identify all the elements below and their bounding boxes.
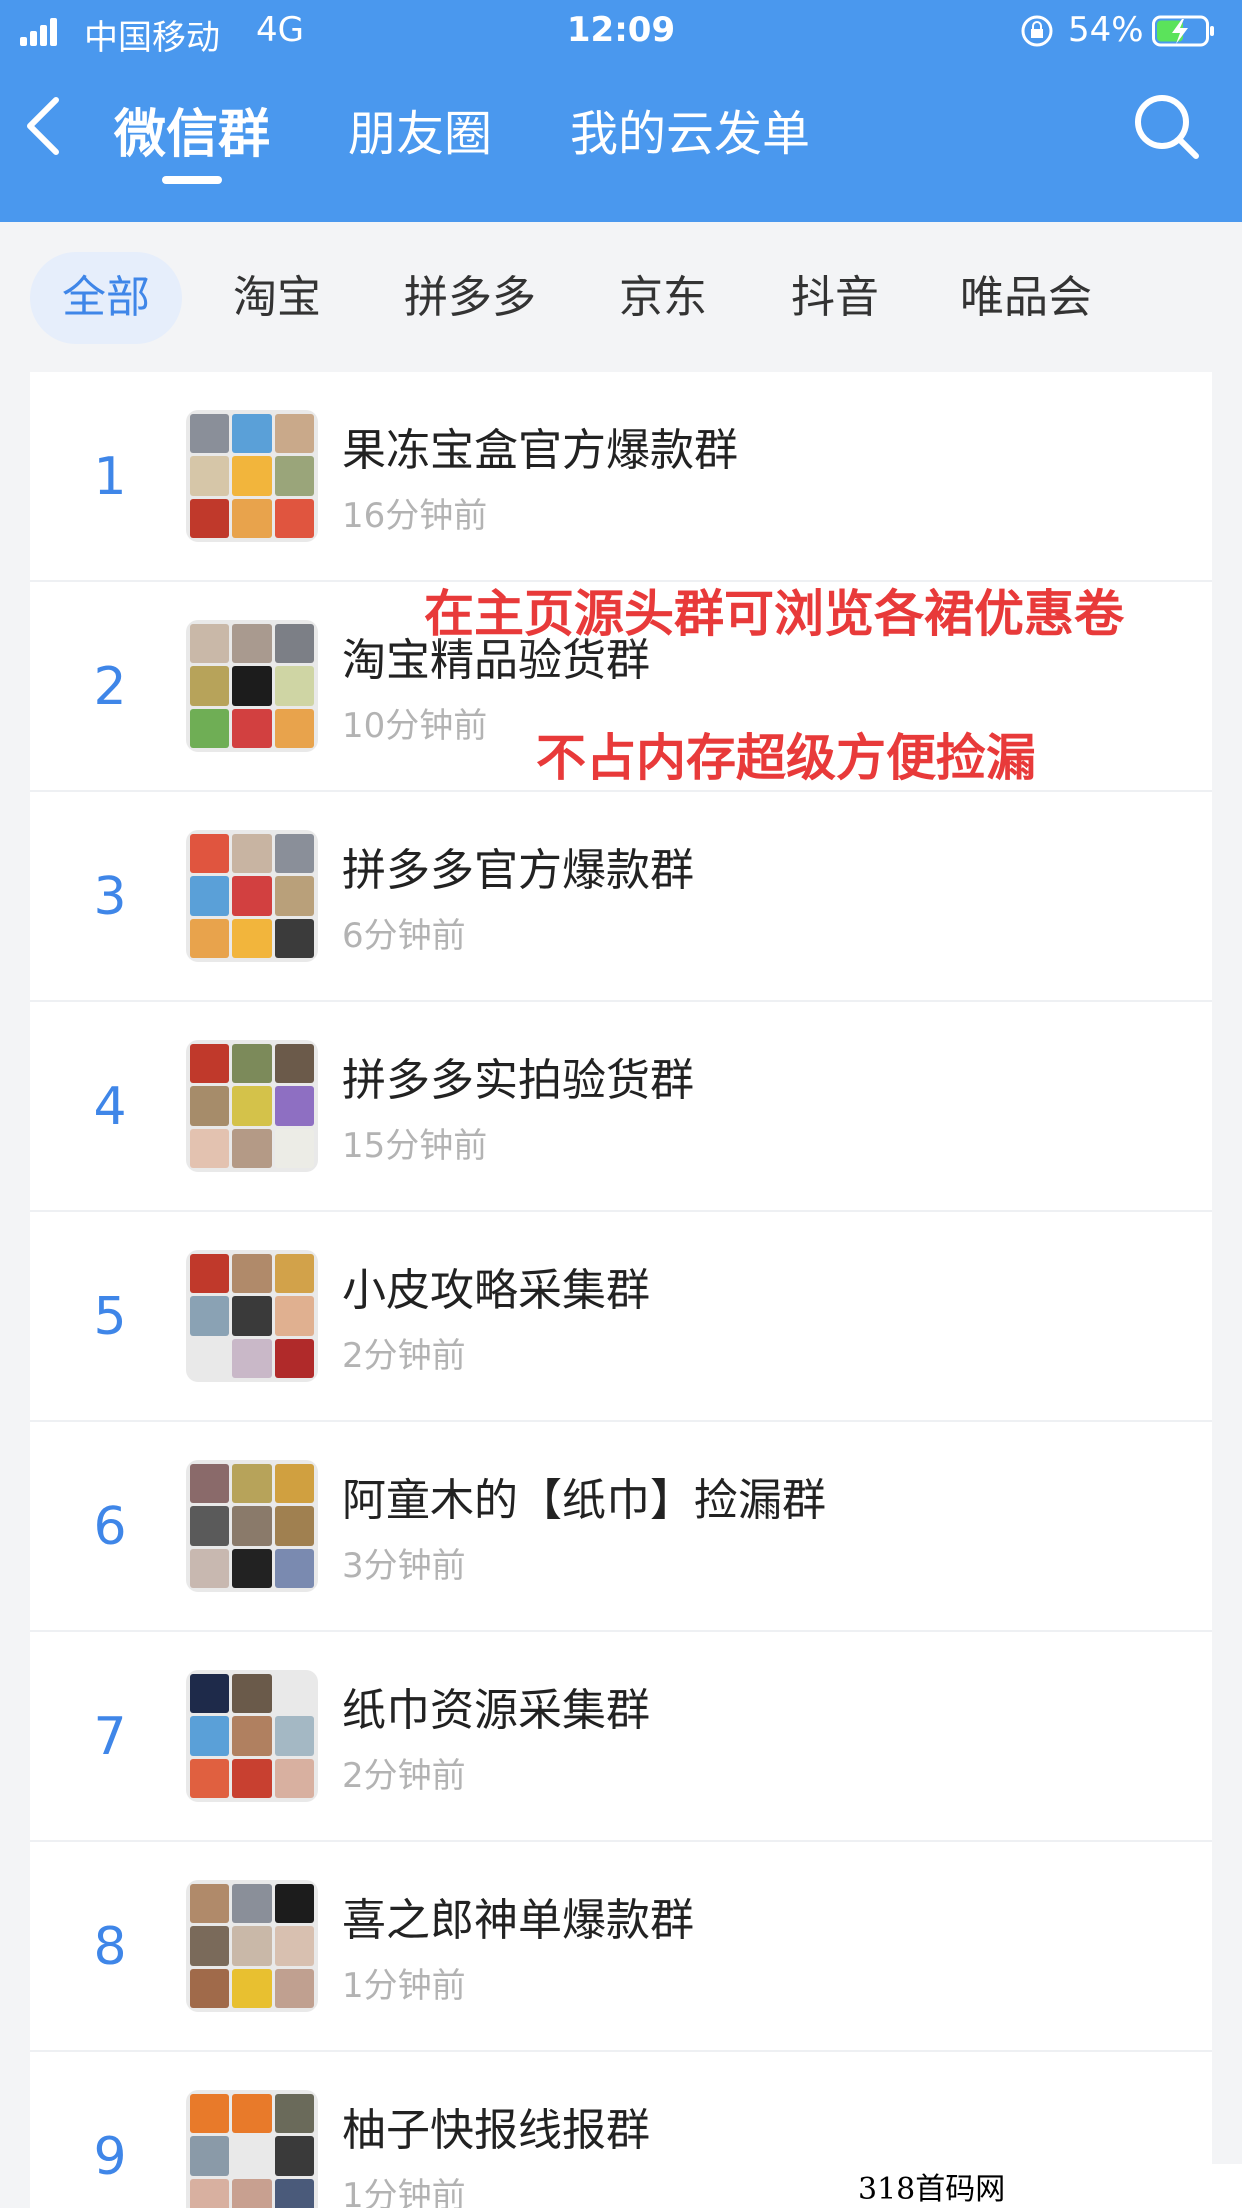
group-avatar [186,410,318,542]
filter-douyin[interactable]: 抖音 [762,252,908,344]
group-rank: 3 [93,867,127,927]
group-avatar [186,830,318,962]
group-time: 6分钟前 [342,916,466,956]
filter-all[interactable]: 全部 [30,252,182,344]
group-avatar [186,1040,318,1172]
group-row[interactable]: 7 纸巾资源采集群 2分钟前 [30,1632,1212,1842]
group-name: 柚子快报线报群 [342,2105,650,2156]
group-rank: 4 [93,1077,127,1137]
battery-percent: 54% [1068,10,1144,50]
status-bar: 中国移动 4G 12:09 54% [0,0,1242,62]
filter-jd[interactable]: 京东 [590,252,736,344]
site-watermark: 318首码网 www.e318.com [850,2164,1242,2208]
active-tab-indicator [162,176,222,184]
group-rank: 8 [93,1917,127,1977]
group-row[interactable]: 5 小皮攻略采集群 2分钟前 [30,1212,1212,1422]
group-row[interactable]: 8 喜之郎神单爆款群 1分钟前 [30,1842,1212,2052]
group-rank: 5 [93,1287,127,1347]
promo-overlay-line-2: 不占内存超级方便捡漏 [536,729,1036,787]
back-button[interactable] [14,90,74,162]
group-row[interactable]: 6 阿童木的【纸巾】捡漏群 3分钟前 [30,1422,1212,1632]
group-row[interactable]: 3 拼多多官方爆款群 6分钟前 [30,792,1212,1002]
group-name: 喜之郎神单爆款群 [342,1895,694,1946]
group-name: 拼多多官方爆款群 [342,845,694,896]
group-avatar [186,1460,318,1592]
group-rank: 6 [93,1497,127,1557]
tab-moments[interactable]: 朋友圈 [348,94,492,164]
group-time: 2分钟前 [342,1756,466,1796]
group-avatar [186,2090,318,2208]
rotation-lock-icon [1021,15,1053,47]
tab-my-cloud-orders[interactable]: 我的云发单 [570,94,810,164]
category-filters: 全部 淘宝 拼多多 京东 抖音 唯品会 [0,222,1242,372]
group-rank: 7 [93,1707,127,1767]
group-rank: 9 [93,2127,127,2187]
group-name: 拼多多实拍验货群 [342,1055,694,1106]
app-header: 中国移动 4G 12:09 54% 微信群 朋友圈 我的云发单 [0,0,1242,222]
group-name: 果冻宝盒官方爆款群 [342,425,738,476]
group-time: 15分钟前 [342,1126,488,1166]
promo-overlay-line-1: 在主页源头群可浏览各裙优惠卷 [424,585,1124,643]
group-time: 3分钟前 [342,1546,466,1586]
filter-pinduoduo[interactable]: 拼多多 [380,252,560,344]
group-avatar [186,620,318,752]
group-avatar [186,1670,318,1802]
group-row[interactable]: 4 拼多多实拍验货群 15分钟前 [30,1002,1212,1212]
filter-vipshop[interactable]: 唯品会 [936,252,1116,344]
group-rank: 1 [93,447,127,507]
status-time: 12:09 [566,10,676,50]
group-time: 10分钟前 [342,706,488,746]
group-row[interactable]: 1 果冻宝盒官方爆款群 16分钟前 [30,372,1212,582]
tab-wechat-groups[interactable]: 微信群 [114,92,270,167]
group-name: 纸巾资源采集群 [342,1685,650,1736]
group-rank: 2 [93,657,127,717]
group-name: 小皮攻略采集群 [342,1265,650,1316]
group-time: 2分钟前 [342,1336,466,1376]
group-time: 16分钟前 [342,496,488,536]
group-avatar [186,1250,318,1382]
battery-icon [1152,15,1214,47]
group-avatar [186,1880,318,2012]
group-name: 阿童木的【纸巾】捡漏群 [342,1475,826,1526]
group-list: 1 果冻宝盒官方爆款群 16分钟前 2 淘宝精品验货群 10分钟前 3 拼多多官… [30,372,1212,2208]
group-time: 1分钟前 [342,1966,466,2006]
filter-taobao[interactable]: 淘宝 [204,252,350,344]
top-nav: 微信群 朋友圈 我的云发单 [0,62,1242,222]
search-icon[interactable] [1130,90,1204,164]
group-time: 1分钟前 [342,2176,466,2208]
